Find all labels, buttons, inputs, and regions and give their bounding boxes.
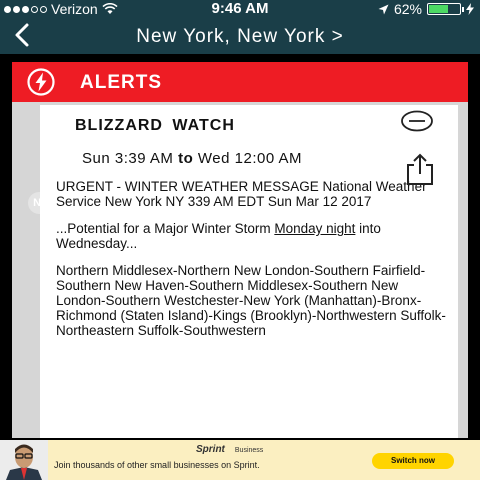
alert-p2-link[interactable]: Monday night bbox=[274, 221, 355, 236]
alerts-panel: ALERTS NWS BLIZZARD WATCH Sun 3:39 AM to… bbox=[12, 62, 468, 438]
ad-brand-name: Sprint bbox=[196, 444, 225, 455]
alert-paragraph-2: ...Potential for a Major Winter Storm Mo… bbox=[56, 221, 446, 251]
collapse-button[interactable] bbox=[400, 110, 434, 132]
status-bar: Verizon 9:46 AM 62% bbox=[0, 0, 480, 18]
location-title[interactable]: New York, New York > bbox=[0, 26, 480, 48]
ad-brand-sub: Business bbox=[234, 447, 264, 454]
ad-person-image bbox=[0, 440, 48, 480]
minus-circle-icon bbox=[401, 110, 433, 132]
alert-time-connector: to bbox=[178, 150, 194, 167]
alert-paragraph-1: URGENT - WINTER WEATHER MESSAGE National… bbox=[56, 179, 427, 209]
ad-brand: Sprint Business bbox=[196, 444, 263, 455]
battery-fill bbox=[429, 5, 448, 13]
nav-bar: New York, New York > bbox=[0, 18, 480, 54]
alert-time-range: Sun 3:39 AM to Wed 12:00 AM bbox=[82, 150, 302, 167]
alert-time-end: Wed 12:00 AM bbox=[197, 150, 303, 167]
ad-banner[interactable]: Sprint Business Join thousands of other … bbox=[0, 440, 480, 480]
lightning-circle-icon bbox=[27, 68, 55, 96]
alert-time-start: Sun 3:39 AM bbox=[82, 150, 174, 167]
ad-cta-button[interactable]: Switch now bbox=[372, 453, 454, 469]
charging-bolt-icon bbox=[466, 3, 474, 15]
battery-percent: 62% bbox=[393, 1, 422, 17]
alert-body: URGENT - WINTER WEATHER MESSAGE National… bbox=[56, 179, 446, 350]
share-icon bbox=[407, 153, 433, 185]
alert-p2-start: ...Potential for a Major Winter Storm bbox=[56, 221, 271, 236]
status-right: 62% bbox=[378, 1, 474, 17]
alert-title: BLIZZARD WATCH bbox=[75, 117, 235, 134]
alert-card: BLIZZARD WATCH Sun 3:39 AM to Wed 12:00 … bbox=[40, 105, 458, 438]
alerts-title: ALERTS bbox=[80, 72, 162, 93]
location-arrow-icon bbox=[378, 4, 389, 14]
battery-icon bbox=[427, 3, 464, 15]
ad-text: Join thousands of other small businesses… bbox=[54, 460, 260, 470]
alerts-header: ALERTS bbox=[12, 62, 468, 102]
alert-paragraph-3: Northern Middlesex-Northern New London-S… bbox=[56, 263, 446, 338]
share-button[interactable] bbox=[404, 152, 436, 186]
